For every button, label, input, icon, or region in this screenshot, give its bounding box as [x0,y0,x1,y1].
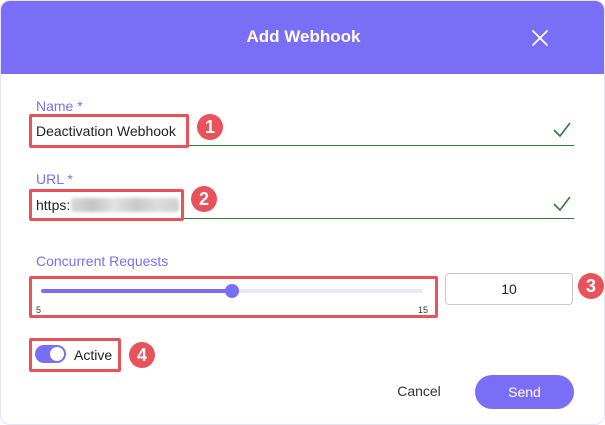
send-button[interactable]: Send [475,375,574,409]
name-label: Name * [36,98,83,114]
close-button[interactable] [527,25,553,51]
callout-box-2 [29,189,184,221]
dialog-header: Add Webhook [1,1,604,74]
add-webhook-dialog: Add Webhook Name * Deactivation Webhook … [0,0,605,425]
callout-box-1 [29,114,189,148]
callout-badge-2: 2 [191,186,217,212]
concurrent-requests-input[interactable]: 10 [445,273,573,305]
callout-badge-1: 1 [197,114,223,140]
callout-box-4 [29,338,121,372]
callout-badge-3: 3 [578,273,604,299]
callout-badge-4: 4 [129,342,155,368]
close-icon [532,30,548,46]
concurrent-requests-label: Concurrent Requests [36,253,169,269]
url-label: URL * [36,171,73,187]
cancel-button[interactable]: Cancel [386,375,452,407]
dialog-title: Add Webhook [246,27,361,46]
check-icon [553,122,571,138]
callout-box-3 [29,276,438,318]
check-icon [553,196,571,212]
